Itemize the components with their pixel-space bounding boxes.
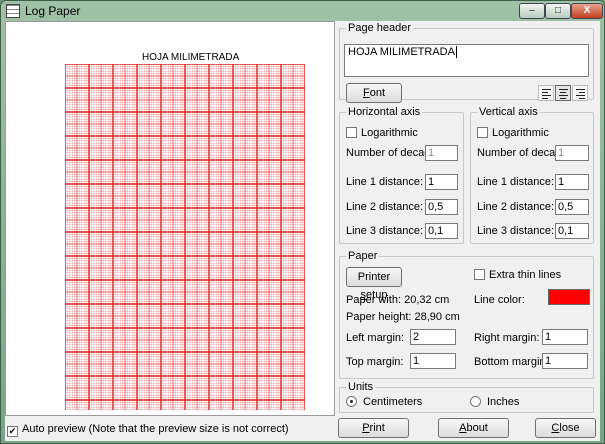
log-paper-window: Log Paper – □ X HOJA MILIMETRADA ✔ Auto p… [0,0,605,444]
h-line3-label: Line 3 distance: [346,225,424,237]
inches-label: Inches [487,396,520,408]
top-margin-label: Top margin: [346,356,404,368]
window-title: Log Paper [25,4,81,18]
title-bar[interactable]: Log Paper – □ X [1,1,604,21]
align-center-button[interactable] [555,85,571,101]
v-line1-input[interactable]: 1 [555,174,589,190]
font-button[interactable]: Font [346,83,402,103]
v-logarithmic-checkbox[interactable]: Logarithmic [477,127,549,139]
app-icon [6,4,20,18]
v-line2-input[interactable]: 0,5 [555,199,589,215]
h-logarithmic-check-box[interactable] [346,127,357,138]
units-inches-radio[interactable]: Inches [470,396,519,408]
h-logarithmic-checkbox[interactable]: Logarithmic [346,127,418,139]
line-color-label: Line color: [474,294,525,306]
dialog-client-area: HOJA MILIMETRADA ✔ Auto preview (Note tha… [5,21,600,441]
page-header-value: HOJA MILIMETRADA [348,46,455,58]
v-decades-input[interactable]: 1 [555,145,589,161]
minimize-button[interactable]: – [519,3,545,19]
printer-setup-button[interactable]: Printer setup [346,267,402,301]
auto-preview-check-box[interactable]: ✔ [7,426,18,437]
h-decades-input[interactable]: 1 [425,145,458,161]
h-line2-input[interactable]: 0,5 [425,199,458,215]
print-button[interactable]: Print [338,418,409,438]
paper-group: Paper Printer setup Extra thin lines Pap… [339,250,594,379]
v-logarithmic-label: Logarithmic [492,127,549,139]
h-line1-label: Line 1 distance: [346,176,424,188]
right-margin-label: Right margin: [474,332,540,344]
right-margin-input[interactable]: 1 [542,329,588,345]
h-line3-input[interactable]: 0,1 [425,223,458,239]
horizontal-axis-group: Horizontal axis Logarithmic Number of de… [339,106,464,244]
paper-legend: Paper [346,250,380,262]
graph-paper-grid [65,64,305,410]
h-line1-input[interactable]: 1 [425,174,458,190]
horizontal-axis-legend: Horizontal axis [346,106,423,118]
centimeters-label: Centimeters [363,396,423,408]
close-button[interactable]: Close [535,418,596,438]
v-line2-label: Line 2 distance: [477,201,555,213]
maximize-button[interactable]: □ [545,3,571,19]
align-right-button[interactable] [572,85,588,101]
bottom-margin-label: Bottom margin: [474,356,549,368]
auto-preview-label: Auto preview (Note that the preview size… [22,423,289,435]
page-header-legend: Page header [346,22,413,34]
extra-thin-lines-check-box[interactable] [474,269,485,280]
about-button[interactable]: About [438,418,509,438]
v-line3-label: Line 3 distance: [477,225,555,237]
v-line3-input[interactable]: 0,1 [555,223,589,239]
units-group: Units Centimeters Inches [339,381,594,413]
top-margin-input[interactable]: 1 [410,353,456,369]
extra-thin-lines-checkbox[interactable]: Extra thin lines [474,269,561,281]
left-margin-input[interactable]: 2 [410,329,456,345]
paper-preview: HOJA MILIMETRADA [5,21,335,416]
vertical-axis-legend: Vertical axis [477,106,540,118]
units-centimeters-radio[interactable]: Centimeters [346,396,422,408]
inches-radio-button[interactable] [470,396,481,407]
page-header-input[interactable]: HOJA MILIMETRADA [344,44,589,77]
extra-thin-lines-label: Extra thin lines [489,269,562,281]
preview-header-text: HOJA MILIMETRADA [142,52,240,63]
v-logarithmic-check-box[interactable] [477,127,488,138]
align-left-button[interactable] [538,85,554,101]
v-line1-label: Line 1 distance: [477,176,555,188]
line-color-swatch[interactable] [548,289,590,305]
paper-height-text: Paper height: 28,90 cm [346,311,460,323]
units-legend: Units [346,381,376,393]
h-line2-label: Line 2 distance: [346,201,424,213]
left-margin-label: Left margin: [346,332,405,344]
close-window-button[interactable]: X [571,3,603,19]
h-logarithmic-label: Logarithmic [361,127,418,139]
auto-preview-checkbox[interactable]: ✔ Auto preview (Note that the preview siz… [7,423,289,437]
vertical-axis-group: Vertical axis Logarithmic Number of deca… [470,106,594,244]
page-header-group: Page header HOJA MILIMETRADA Font [339,22,594,103]
bottom-margin-input[interactable]: 1 [542,353,588,369]
paper-width-text: Paper with: 20,32 cm [346,294,450,306]
centimeters-radio-button[interactable] [346,396,357,407]
